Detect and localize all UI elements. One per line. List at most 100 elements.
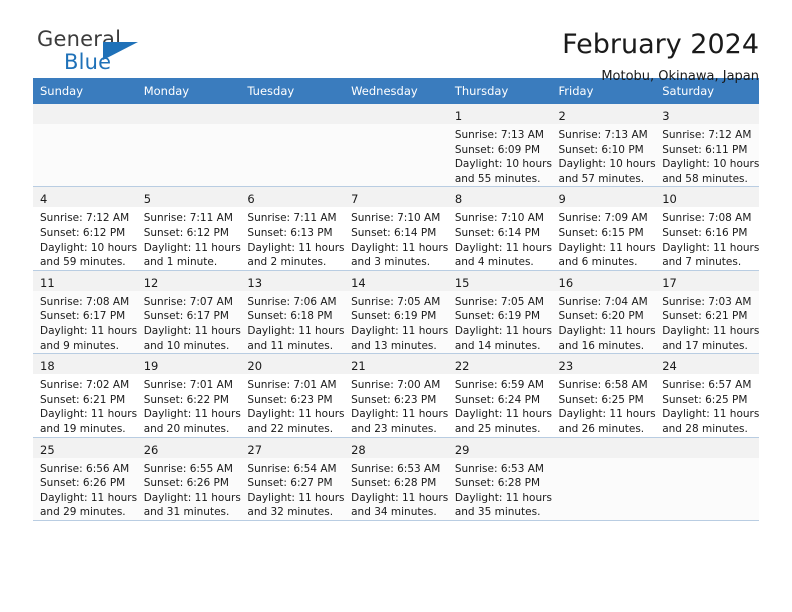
sunset-text: Sunset: 6:22 PM — [143, 393, 229, 406]
day-number: 3 — [662, 109, 670, 123]
calendar-day-cell[interactable]: 24 Sunrise: 6:57 AM Sunset: 6:25 PM Dayligh… — [655, 353, 759, 438]
calendar-day-cell[interactable]: 4 Sunrise: 7:12 AM Sunset: 6:12 PM Daylight… — [33, 186, 137, 271]
calendar-day-cell[interactable]: 5 Sunrise: 7:11 AM Sunset: 6:12 PM Daylight… — [136, 186, 241, 271]
calendar-day-cell[interactable]: 9 Sunrise: 7:09 AM Sunset: 6:15 PM Daylight… — [551, 186, 656, 271]
day-number: 2 — [558, 109, 566, 123]
day-number-bar: 12 — [136, 270, 241, 291]
calendar-day-cell[interactable]: 1 Sunrise: 7:13 AM Sunset: 6:09 PM Daylight… — [447, 104, 552, 188]
sunrise-text: Sunrise: 7:09 AM — [558, 212, 648, 225]
weekday-header-sunday: Sunday — [33, 78, 137, 104]
calendar-day-cell[interactable]: 22 Sunrise: 6:59 AM Sunset: 6:24 PM Dayligh… — [447, 353, 552, 438]
day-number: 4 — [40, 192, 48, 207]
calendar-day-cell[interactable]: 16 Sunrise: 7:04 AM Sunset: 6:20 PM Dayligh… — [551, 270, 656, 355]
calendar-day-cell[interactable]: 10 Sunrise: 7:08 AM Sunset: 6:16 PM Dayligh… — [655, 186, 759, 271]
daylight-text: Daylight: 11 hours — [351, 324, 449, 337]
day-number-bar: 8 — [447, 187, 552, 208]
day-number-bar — [136, 104, 241, 124]
sunset-text: Sunset: 6:28 PM — [351, 477, 437, 490]
title-block: February 2024 Motobu, Okinawa, Japan — [562, 28, 759, 87]
calendar-day-cell[interactable]: 11 Sunrise: 7:08 AM Sunset: 6:17 PM Dayligh… — [33, 270, 138, 355]
sunset-text: Sunset: 6:26 PM — [40, 477, 126, 490]
daylight-text-cont: and 55 minutes. — [454, 172, 541, 185]
day-details: Sunrise: 6:57 AM Sunset: 6:25 PM Daylight:… — [655, 374, 759, 436]
daylight-text: Daylight: 11 hours — [454, 241, 552, 254]
calendar-day-cell[interactable]: 17 Sunrise: 7:03 AM Sunset: 6:21 PM Dayligh… — [655, 270, 759, 355]
general-blue-logo[interactable]: General Blue — [33, 28, 167, 80]
day-number-bar: 4 — [33, 187, 137, 208]
day-number-bar: 18 — [33, 354, 137, 375]
calendar-page: General Blue February 2024 Motobu, Okina… — [0, 0, 792, 612]
day-details: Sunrise: 7:01 AM Sunset: 6:23 PM Daylight:… — [240, 374, 344, 436]
day-number: 5 — [143, 192, 152, 207]
day-number-bar: 15 — [447, 270, 552, 291]
calendar-day-cell[interactable]: 12 Sunrise: 7:07 AM Sunset: 6:17 PM Dayligh… — [136, 270, 241, 355]
calendar-table: Sunday Monday Tuesday Wednesday Thursday… — [33, 78, 759, 521]
daylight-text: Daylight: 11 hours — [558, 324, 656, 337]
calendar-week-row: 1 Sunrise: 7:13 AM Sunset: 6:09 PM Daylight… — [33, 104, 760, 188]
calendar-day-cell[interactable]: 20 Sunrise: 7:01 AM Sunset: 6:23 PM Dayligh… — [240, 353, 345, 438]
calendar-week-row: 4 Sunrise: 7:12 AM Sunset: 6:12 PM Daylight… — [33, 186, 759, 271]
day-details — [137, 124, 241, 128]
day-details: Sunrise: 7:09 AM Sunset: 6:15 PM Daylight:… — [552, 207, 656, 269]
calendar-day-cell[interactable]: 27 Sunrise: 6:54 AM Sunset: 6:27 PM Dayligh… — [240, 437, 345, 521]
calendar-day-cell[interactable]: 6 Sunrise: 7:11 AM Sunset: 6:13 PM Daylight… — [240, 186, 345, 271]
calendar-day-cell[interactable]: 29 Sunrise: 6:53 AM Sunset: 6:28 PM Dayligh… — [447, 437, 552, 521]
calendar-day-cell[interactable]: 15 Sunrise: 7:05 AM Sunset: 6:19 PM Dayligh… — [447, 270, 552, 355]
calendar-day-cell[interactable]: 26 Sunrise: 6:55 AM Sunset: 6:26 PM Dayligh… — [136, 437, 241, 521]
day-details: Sunrise: 7:00 AM Sunset: 6:23 PM Daylight:… — [344, 374, 448, 436]
daylight-text: Daylight: 11 hours — [351, 491, 449, 504]
daylight-text: Daylight: 11 hours — [40, 324, 138, 337]
day-details: Sunrise: 6:59 AM Sunset: 6:24 PM Daylight:… — [448, 374, 552, 436]
calendar-day-cell[interactable]: 13 Sunrise: 7:06 AM Sunset: 6:18 PM Dayligh… — [240, 270, 345, 355]
sunrise-text: Sunrise: 7:10 AM — [454, 212, 544, 225]
page-title: February 2024 — [562, 29, 759, 60]
day-number: 15 — [454, 275, 470, 290]
daylight-text-cont: and 28 minutes. — [662, 422, 748, 435]
day-details: Sunrise: 7:03 AM Sunset: 6:21 PM Daylight:… — [655, 291, 759, 353]
calendar-day-cell[interactable]: 3 Sunrise: 7:12 AM Sunset: 6:11 PM Daylight… — [655, 104, 760, 188]
daylight-text: Daylight: 10 hours — [662, 158, 760, 171]
calendar-day-cell[interactable]: 23 Sunrise: 6:58 AM Sunset: 6:25 PM Dayligh… — [551, 353, 656, 438]
day-details: Sunrise: 7:02 AM Sunset: 6:21 PM Daylight:… — [33, 374, 137, 436]
sunrise-text: Sunrise: 7:11 AM — [143, 212, 233, 225]
daylight-text-cont: and 32 minutes. — [247, 506, 334, 519]
sunset-text: Sunset: 6:11 PM — [662, 143, 748, 156]
calendar-day-cell[interactable]: 14 Sunrise: 7:05 AM Sunset: 6:19 PM Dayligh… — [344, 270, 449, 355]
calendar-day-cell[interactable]: 21 Sunrise: 7:00 AM Sunset: 6:23 PM Dayligh… — [344, 353, 448, 438]
day-details: Sunrise: 7:07 AM Sunset: 6:17 PM Daylight:… — [137, 291, 241, 353]
calendar-cell-empty — [33, 104, 137, 188]
day-details: Sunrise: 7:12 AM Sunset: 6:12 PM Daylight:… — [33, 207, 137, 269]
sunset-text: Sunset: 6:26 PM — [143, 477, 229, 490]
day-details: Sunrise: 6:55 AM Sunset: 6:26 PM Daylight:… — [137, 458, 241, 520]
day-details: Sunrise: 7:13 AM Sunset: 6:09 PM Daylight:… — [448, 124, 552, 186]
daylight-text: Daylight: 11 hours — [143, 491, 241, 504]
daylight-text-cont: and 59 minutes. — [40, 256, 126, 269]
calendar-day-cell[interactable]: 18 Sunrise: 7:02 AM Sunset: 6:21 PM Dayligh… — [33, 353, 137, 438]
calendar-day-cell[interactable]: 19 Sunrise: 7:01 AM Sunset: 6:22 PM Dayligh… — [136, 353, 241, 438]
day-number: 26 — [143, 442, 159, 457]
daylight-text-cont: and 34 minutes. — [351, 506, 437, 519]
calendar-week-row: 25 Sunrise: 6:56 AM Sunset: 6:26 PM Dayligh… — [33, 437, 759, 521]
calendar-cell-empty — [136, 104, 241, 188]
calendar-day-cell[interactable]: 8 Sunrise: 7:10 AM Sunset: 6:14 PM Daylight… — [447, 186, 552, 271]
calendar-day-cell[interactable]: 25 Sunrise: 6:56 AM Sunset: 6:26 PM Dayligh… — [33, 437, 137, 521]
day-details: Sunrise: 7:13 AM Sunset: 6:10 PM Daylight:… — [552, 124, 656, 186]
day-number-bar — [240, 104, 345, 124]
calendar-day-cell[interactable]: 2 Sunrise: 7:13 AM Sunset: 6:10 PM Daylight… — [551, 104, 656, 188]
daylight-text-cont: and 25 minutes. — [454, 422, 541, 435]
calendar-day-cell[interactable]: 28 Sunrise: 6:53 AM Sunset: 6:28 PM Dayligh… — [344, 437, 449, 521]
sunset-text: Sunset: 6:25 PM — [662, 393, 748, 406]
day-details — [344, 124, 448, 128]
day-details: Sunrise: 7:10 AM Sunset: 6:14 PM Daylight:… — [448, 207, 552, 269]
day-number-bar: 25 — [33, 437, 137, 458]
day-number-bar — [655, 437, 759, 458]
day-details: Sunrise: 7:11 AM Sunset: 6:13 PM Daylight:… — [240, 207, 344, 269]
calendar-day-cell[interactable]: 7 Sunrise: 7:10 AM Sunset: 6:14 PM Daylight… — [344, 186, 448, 271]
day-number-bar: 24 — [655, 354, 759, 375]
day-details: Sunrise: 7:01 AM Sunset: 6:22 PM Daylight:… — [137, 374, 241, 436]
weekday-header-monday: Monday — [136, 78, 241, 104]
daylight-text: Daylight: 11 hours — [247, 408, 345, 421]
day-number: 23 — [558, 359, 574, 374]
sunset-text: Sunset: 6:27 PM — [247, 477, 333, 490]
day-number-bar: 23 — [551, 354, 656, 375]
